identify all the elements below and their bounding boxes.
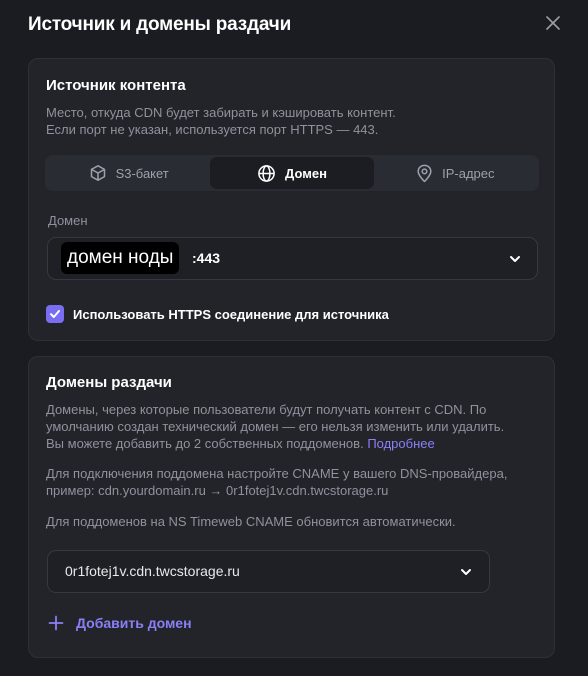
tab-ip-address[interactable]: IP-адрес [374, 157, 537, 189]
close-icon[interactable] [546, 16, 560, 30]
tab-label: IP-адрес [442, 165, 495, 181]
plus-icon [48, 615, 64, 631]
tab-label: S3-бакет [115, 165, 169, 181]
domains-description-line: Вы можете добавить до 2 собственных подд… [46, 435, 504, 452]
domain-field-label: Домен [48, 213, 88, 228]
domains-description-text: Вы можете добавить до 2 собственных подд… [46, 436, 364, 451]
domains-card-title: Домены раздачи [46, 374, 172, 391]
cube-icon [90, 165, 105, 181]
source-type-tabs: S3-бакет Домен IP-адрес [45, 155, 539, 191]
tab-domain[interactable]: Домен [210, 157, 374, 189]
redacted-domain-name: домен ноды [61, 242, 180, 274]
cdn-domain-select[interactable]: 0r1fotej1v.cdn.twcstorage.ru [47, 550, 490, 593]
source-description: Место, откуда CDN будет забирать и кэшир… [46, 104, 396, 138]
source-domain-select[interactable]: домен ноды :443 [47, 237, 538, 280]
distribution-domains-card: Домены раздачи Домены, через которые пол… [28, 356, 555, 658]
ns-hint: Для поддоменов на NS Timeweb CNAME обнов… [46, 514, 456, 529]
tab-s3-bucket[interactable]: S3-бакет [47, 157, 210, 189]
add-domain-label: Добавить домен [76, 615, 192, 631]
https-checkbox[interactable] [46, 305, 64, 323]
checkmark-icon [50, 310, 60, 318]
add-domain-button[interactable]: Добавить домен [48, 615, 192, 631]
cname-hint: Для подключения поддомена настройте CNAM… [46, 465, 507, 499]
content-source-card: Источник контента Место, откуда CDN буде… [28, 58, 555, 341]
domain-port-value: :443 [192, 250, 221, 266]
tab-label: Домен [285, 165, 327, 181]
close-button[interactable] [542, 12, 564, 34]
modal-title: Источник и домены раздачи [28, 14, 292, 35]
domains-description-line: умолчанию создан технический домен — его… [46, 419, 505, 434]
domains-description: Домены, через которые пользователи будут… [46, 401, 504, 452]
https-option[interactable]: Использовать HTTPS соединение для источн… [46, 305, 389, 323]
source-card-title: Источник контента [46, 77, 186, 94]
cdn-domain-value: 0r1fotej1v.cdn.twcstorage.ru [65, 563, 240, 579]
domains-description-line: Домены, через которые пользователи будут… [46, 402, 487, 417]
cname-hint-line: Для подключения поддомена настройте CNAM… [46, 466, 508, 481]
globe-icon [258, 164, 275, 182]
source-description-line: Если порт не указан, используется порт H… [46, 122, 379, 137]
location-pin-icon [417, 164, 432, 182]
source-description-line: Место, откуда CDN будет забирать и кэшир… [46, 105, 396, 120]
chevron-down-icon [461, 569, 471, 575]
cname-hint-line: пример: cdn.yourdomain.ru → 0r1fotej1v.c… [46, 483, 389, 498]
chevron-down-icon [510, 256, 520, 262]
learn-more-link[interactable]: Подробнее [367, 436, 434, 451]
https-checkbox-label: Использовать HTTPS соединение для источн… [73, 306, 389, 322]
